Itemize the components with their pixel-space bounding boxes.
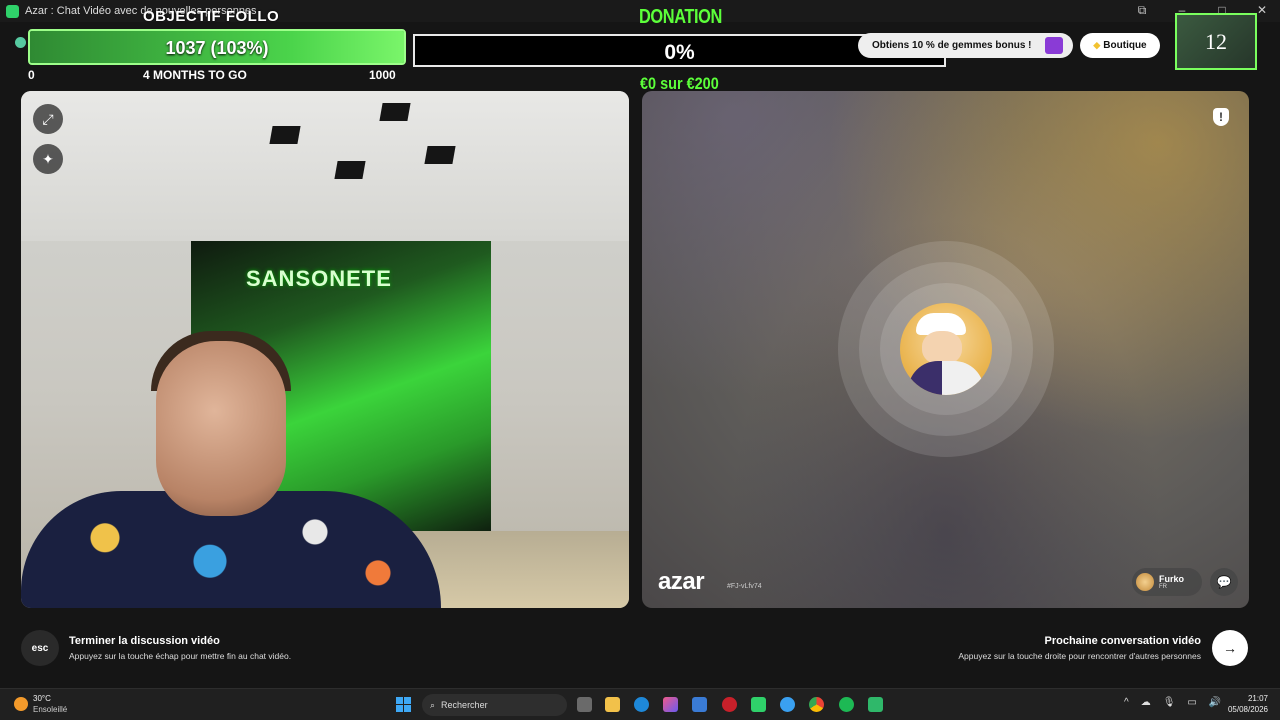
avatar-face [922,331,962,365]
streamer-face [156,341,286,516]
task-view-icon[interactable] [577,697,592,712]
weather-sun-icon[interactable] [14,697,28,711]
report-shield-button[interactable]: ! [1213,108,1229,126]
partner-country: FR [1159,584,1167,590]
follow-goal-title: OBJECTIF FOLLO [143,8,280,25]
network-app-icon[interactable]: ☁ [1141,697,1151,708]
partner-avatar [900,303,992,395]
search-icon: ⌕ [430,699,436,710]
ceiling-vent [379,103,411,121]
avatar-jacket [908,361,984,395]
bonus-gems-button[interactable]: Obtiens 10 % de gemmes bonus ! [858,33,1073,58]
follow-goal-bar: 1037 (103%) [28,29,406,65]
gift-icon [1045,37,1063,54]
next-chat-subtitle: Appuyez sur la touche droite pour rencon… [958,651,1201,661]
c-app-icon[interactable] [780,697,795,712]
end-chat-esc-button[interactable]: esc [21,630,59,666]
stream-counter-box: 12 [1175,13,1257,70]
clock-date[interactable]: 05/08/2026 [1214,705,1268,714]
ceiling-vent [424,146,456,164]
partner-video-panel: ! azar #FJ-vLfv74 Furko FR 💬 [642,91,1249,608]
windows-taskbar: 30°C Ensoleillé ⌕ Rechercher ^ ☁ 🎙 ▭ 🔊 2… [0,688,1280,720]
ceiling-vent [269,126,301,144]
display-icon[interactable]: ▭ [1187,697,1196,708]
spotify-icon[interactable] [839,697,854,712]
shield-alert-icon: ! [1219,110,1223,124]
arrow-right-icon: → [1223,640,1237,656]
search-placeholder: Rechercher [441,700,488,710]
shop-label: Boutique [1103,40,1147,51]
session-id: #FJ-vLfv74 [727,583,762,590]
azar-logo: azar [658,568,705,595]
follow-goal-value: 1037 (103%) [165,38,269,58]
sidebar-indicator-dot [15,37,26,48]
donation-title: DONATION [639,6,722,28]
mural-text: SANSONETE [246,266,392,291]
file-explorer-icon[interactable] [605,697,620,712]
azar-taskbar-icon[interactable] [751,697,766,712]
follow-goal-max: 1000 [369,68,396,82]
effects-button[interactable]: ✦ [33,144,63,174]
expand-view-button[interactable]: ⤢ [33,104,63,134]
azar-app-icon [6,4,19,18]
chevron-up-icon[interactable]: ^ [1124,697,1129,708]
shop-button[interactable]: ◆ Boutique [1080,33,1160,58]
magic-wand-icon: ✦ [42,150,54,167]
chat-bubble-icon: 💬 [1216,575,1232,589]
gem-icon: ◆ [1093,40,1101,50]
clock-time[interactable]: 21:07 [1228,694,1268,703]
copilot-icon[interactable] [663,697,678,712]
chat-button[interactable]: 💬 [1210,568,1238,596]
taskbar-search[interactable]: ⌕ Rechercher [422,694,567,716]
room-ceiling [21,91,629,241]
weather-description[interactable]: Ensoleillé [33,705,67,714]
next-chat-title: Prochaine conversation vidéo [1044,635,1202,647]
esc-key-label: esc [31,642,49,654]
next-chat-button[interactable]: → [1212,630,1248,666]
self-video-panel: SANSONETE [21,91,629,608]
partner-name: Furko [1159,574,1185,584]
weather-temperature[interactable]: 30°C [33,694,51,703]
bonus-gems-label: Obtiens 10 % de gemmes bonus ! [872,40,1032,51]
system-tray: ^ ☁ 🎙 ▭ 🔊 [1124,697,1221,708]
ceiling-vent [334,161,366,179]
expand-icon: ⤢ [42,110,54,127]
partner-info: Furko FR [1159,574,1184,590]
start-button[interactable] [396,697,411,712]
end-chat-title: Terminer la discussion vidéo [69,635,220,647]
edge-browser-icon[interactable] [634,697,649,712]
stream-counter-value: 12 [1205,28,1227,54]
green-app-icon[interactable] [868,697,883,712]
chrome-icon[interactable] [809,697,824,712]
follow-goal-min: 0 [28,68,35,82]
end-chat-subtitle: Appuyez sur la touche échap pour mettre … [69,651,292,661]
store-icon[interactable] [692,697,707,712]
microphone-icon[interactable]: 🎙 [1163,697,1176,708]
pip-icon[interactable]: ⧉ [1134,3,1150,18]
partner-profile-pill[interactable]: Furko FR [1132,568,1202,596]
follow-goal-time-left: 4 MONTHS TO GO [143,68,247,82]
obs-icon[interactable] [722,697,737,712]
partner-small-avatar [1136,573,1154,591]
